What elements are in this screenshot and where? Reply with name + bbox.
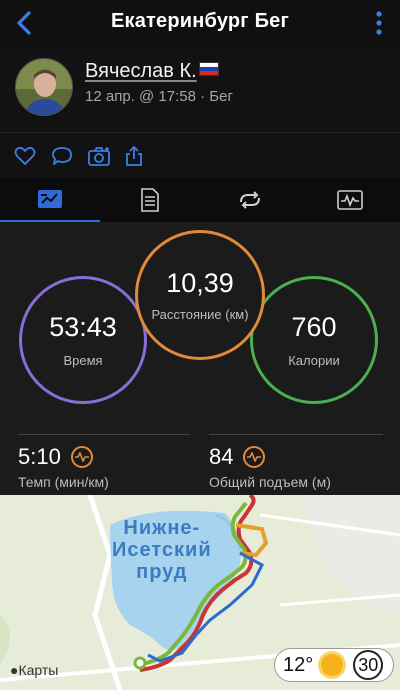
sun-icon — [321, 654, 344, 676]
avatar-photo-icon — [16, 59, 72, 115]
more-menu-icon[interactable] — [372, 10, 386, 36]
distance-label: Расстояние (км) — [151, 307, 249, 322]
calories-label: Калории — [288, 353, 340, 368]
action-bar — [0, 132, 400, 178]
tab-laps[interactable] — [200, 178, 300, 222]
distance-value: 10,39 — [166, 268, 234, 298]
temperature: 12° — [283, 653, 314, 676]
comment-icon[interactable] — [51, 145, 73, 167]
pace-value: 5:10 — [18, 444, 61, 469]
maps-attribution: ●Карты — [10, 662, 59, 678]
top-bar: Екатеринбург Бег — [0, 0, 400, 46]
activity-meta: 12 апр. @ 17:58 · Бег — [85, 88, 233, 105]
calories-stat: 760 Калории — [250, 276, 378, 404]
share-icon[interactable] — [123, 145, 145, 167]
heart-icon[interactable] — [14, 145, 36, 167]
tab-charts[interactable] — [300, 178, 400, 222]
distance-stat: 10,39 Расстояние (км) — [135, 230, 265, 360]
elevation-graph-icon[interactable] — [243, 446, 266, 468]
ascent-divider — [209, 434, 383, 435]
pace-metric: 5:10 Темп (мин/км) — [18, 444, 109, 490]
ascent-metric: 84 Общий подъем (м) — [209, 444, 331, 490]
time-stat: 53:43 Время — [19, 276, 147, 404]
route-map[interactable]: Нижне- Исетский пруд ●Карты 12° 30 — [0, 495, 400, 690]
avatar[interactable] — [15, 58, 73, 116]
activity-title: Екатеринбург Бег — [110, 10, 290, 32]
tab-summary[interactable] — [0, 178, 100, 222]
ascent-value: 84 — [209, 444, 234, 469]
activity-tabs — [0, 178, 400, 222]
lake-label: Нижне- Исетский пруд — [112, 517, 212, 583]
details-icon — [141, 188, 159, 212]
calories-value: 760 — [291, 312, 337, 342]
profile-header: Вячеслав К. 12 апр. @ 17:58 · Бег — [0, 46, 400, 132]
time-value: 53:43 — [49, 312, 117, 342]
chart-icon — [337, 190, 363, 210]
laps-icon — [240, 191, 260, 209]
air-quality-badge: 30 — [353, 650, 384, 680]
summary-icon — [38, 190, 62, 208]
stats-panel: 53:43 Время 760 Калории 10,39 Расстояние… — [0, 222, 400, 495]
time-label: Время — [63, 353, 103, 368]
pace-label: Темп (мин/км) — [18, 474, 109, 490]
tab-details[interactable] — [100, 178, 200, 222]
pace-divider — [18, 434, 190, 435]
camera-icon[interactable] — [87, 145, 111, 167]
weather-badge[interactable]: 12° 30 — [274, 648, 394, 682]
russia-flag-icon — [198, 62, 219, 76]
athlete-name[interactable]: Вячеслав К. — [85, 60, 219, 83]
ascent-label: Общий подъем (м) — [209, 474, 331, 490]
pace-graph-icon[interactable] — [70, 446, 93, 468]
